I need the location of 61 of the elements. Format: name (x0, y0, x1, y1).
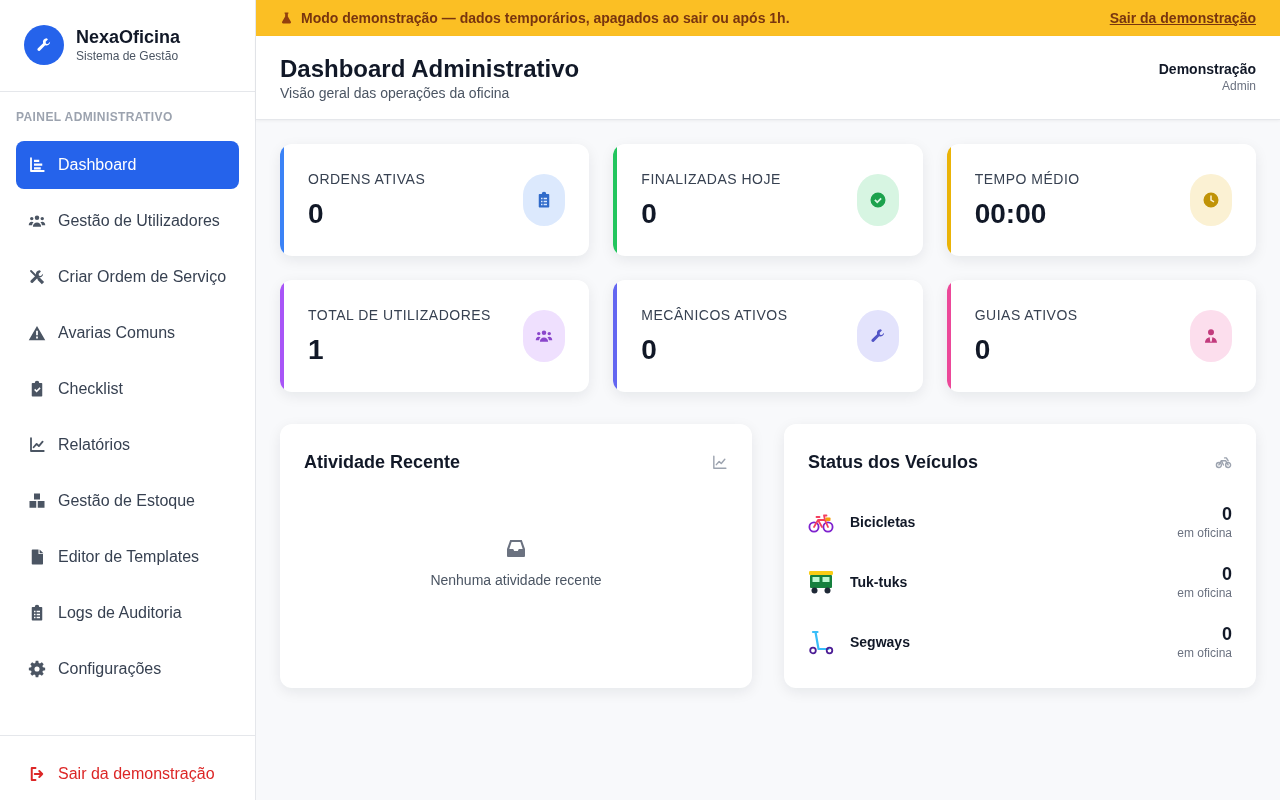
stat-value: 0 (974, 332, 992, 367)
page-subtitle: Visão geral das operações da oficina (280, 84, 511, 102)
vehicle-caption: em oficina (1177, 525, 1232, 541)
stat-label: TOTAL DE UTILIZADORES (308, 305, 491, 324)
vehicle-caption: em oficina (1177, 645, 1232, 661)
logout-link[interactable]: Sair da demonstração (16, 756, 239, 792)
nav-item[interactable]: Editor de Templates (16, 533, 239, 581)
vehicle-name: Tuk-tuks (850, 574, 909, 590)
nav-item[interactable]: Gestão de Estoque (16, 477, 239, 525)
vehicle-name: Segways (850, 634, 911, 650)
panel-title: Atividade Recente (304, 451, 461, 474)
line-chart-icon (711, 453, 728, 471)
section-label: PAINEL ADMINISTRATIVO (16, 109, 174, 125)
vehicle-count: 0 (1222, 623, 1232, 645)
stat-value: 00:00 (974, 196, 1048, 231)
kick-scooter-icon (808, 629, 834, 655)
nav-item[interactable]: Criar Ordem de Serviço (16, 253, 239, 301)
panel-title: Status dos Veículos (808, 451, 979, 474)
stat-value: 0 (641, 196, 658, 231)
wrench-screwdriver-icon (28, 268, 46, 286)
nav-item[interactable]: Avarias Comuns (16, 309, 239, 357)
stat-label: FINALIZADAS HOJE (641, 169, 781, 188)
vehicle-name: Bicicletas (850, 514, 917, 530)
settings-icon (28, 660, 46, 678)
nav-item[interactable]: Configurações (16, 645, 239, 693)
users-icon (523, 310, 566, 362)
brand-subtitle: Sistema de Gestão (76, 48, 180, 64)
stat-label: MECÂNICOS ATIVOS (641, 305, 788, 324)
logo-icon (24, 25, 64, 65)
vehicle-count: 0 (1222, 563, 1232, 585)
clipboard-list-icon (523, 174, 566, 226)
stat-label: ORDENS ATIVAS (308, 169, 426, 188)
stat-value: 1 (308, 332, 325, 367)
stat-label: TEMPO MÉDIO (974, 169, 1080, 188)
stat-value: 0 (308, 196, 325, 231)
boxes-icon (28, 492, 46, 510)
warning-icon (28, 324, 46, 342)
flask-icon (280, 11, 293, 25)
user-role: Admin (1222, 78, 1256, 94)
line-chart-icon (28, 436, 46, 454)
brand-name: NexaOficina (76, 26, 181, 48)
empty-message: Nenhuma atividade recente (430, 572, 602, 588)
logout-icon (28, 765, 46, 783)
vehicle-caption: em oficina (1177, 585, 1232, 601)
user-tie-icon (1190, 310, 1232, 362)
exit-demo-link[interactable]: Sair da demonstração (1109, 10, 1256, 26)
bar-chart-icon (28, 156, 46, 174)
nav-item[interactable]: Logs de Auditoria (16, 589, 239, 637)
banner-message: Modo demonstração — dados temporários, apagados ao sair ou após 1h. (301, 10, 790, 26)
nav-item[interactable]: Checklist (16, 365, 239, 413)
stat-label: GUIAS ATIVOS (974, 305, 1078, 324)
nav-item[interactable]: Dashboard (16, 141, 239, 189)
vehicle-count: 0 (1222, 503, 1232, 525)
user-name: Demonstração (1158, 60, 1256, 78)
stat-value: 0 (641, 332, 658, 367)
clock-icon (1190, 174, 1232, 226)
nav-item[interactable]: Gestão de Utilizadores (16, 197, 239, 245)
nav-item[interactable]: Relatórios (16, 421, 239, 469)
wrench-icon (856, 310, 899, 362)
auto-rickshaw-icon (808, 569, 834, 595)
page-title: Dashboard Administrativo (280, 54, 580, 84)
